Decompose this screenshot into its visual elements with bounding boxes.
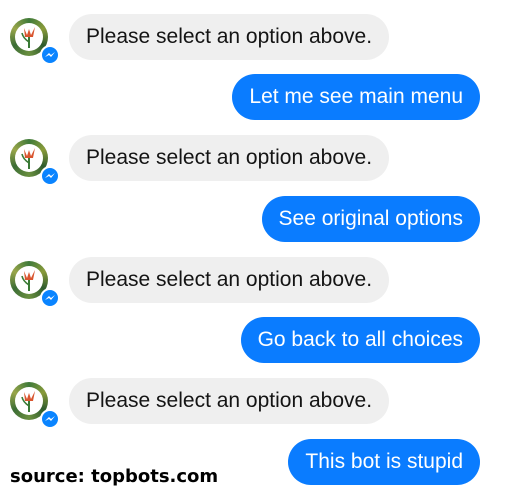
bot-message-bubble: Please select an option above. — [69, 135, 390, 181]
messenger-icon — [40, 409, 60, 429]
messenger-icon — [40, 45, 60, 65]
bot-message-bubble: Please select an option above. — [69, 257, 390, 303]
user-message-bubble: Go back to all choices — [240, 317, 480, 363]
user-message-bubble: This bot is stupid — [288, 439, 480, 485]
messenger-icon — [40, 166, 60, 186]
source-caption: source: topbots.com — [10, 466, 219, 487]
user-message-bubble: See original options — [261, 196, 480, 242]
bot-message-bubble: Please select an option above. — [69, 378, 390, 424]
messenger-icon — [40, 288, 60, 308]
bot-message-bubble: Please select an option above. — [69, 14, 390, 60]
user-message-bubble: Let me see main menu — [232, 74, 480, 120]
